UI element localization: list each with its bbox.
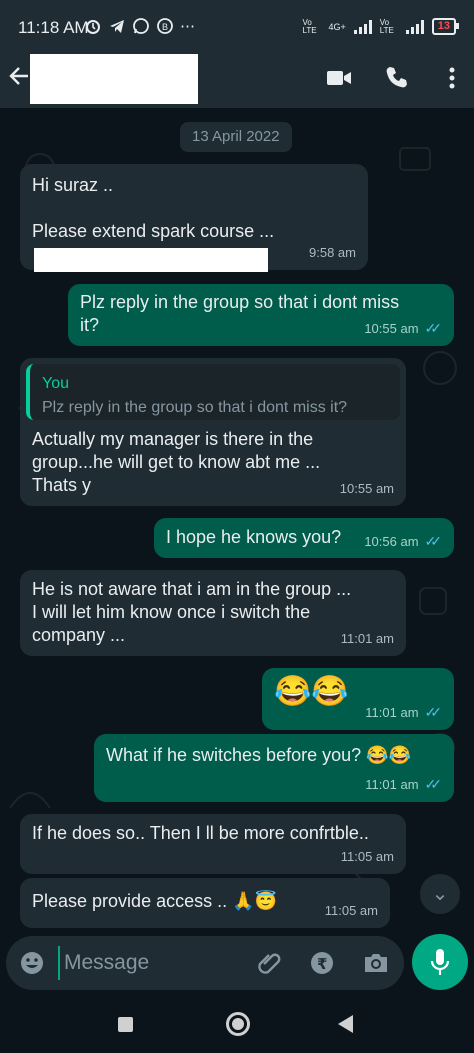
message-time: 11:05 am bbox=[324, 903, 378, 918]
volte-label: Vo LTE bbox=[302, 17, 317, 35]
system-indicators: Vo LTE 4G+ Vo LTE 13 bbox=[302, 17, 460, 35]
quoted-text: Plz reply in the group so that i dont mi… bbox=[42, 399, 348, 416]
incoming-message[interactable]: You Plz reply in the group so that i don… bbox=[20, 358, 406, 506]
message-time: 10:56 am bbox=[364, 534, 419, 549]
telegram-icon bbox=[110, 20, 124, 33]
svg-text:B: B bbox=[162, 22, 168, 32]
emoji-icon[interactable] bbox=[18, 949, 46, 977]
message-text: Please provide access .. 🙏😇 bbox=[32, 891, 277, 911]
more-notifications-icon: ⋯ bbox=[180, 18, 195, 35]
message-composer: ₹ bbox=[6, 936, 404, 990]
video-call-icon[interactable] bbox=[325, 64, 353, 92]
voice-message-button[interactable] bbox=[412, 934, 468, 990]
nav-back-icon[interactable] bbox=[338, 1015, 353, 1033]
message-time: 11:01 am bbox=[365, 705, 419, 720]
message-text: Actually my manager is there in the grou… bbox=[32, 429, 321, 495]
read-ticks-icon: ✓✓ bbox=[424, 776, 443, 792]
microphone-icon bbox=[430, 949, 450, 975]
scroll-down-icon[interactable]: ⌄ bbox=[420, 874, 460, 914]
outgoing-message[interactable]: What if he switches before you? 😂😂 11:01… bbox=[94, 734, 454, 802]
message-text: If he does so.. Then I ll be more confrt… bbox=[32, 823, 369, 843]
system-nav-bar bbox=[0, 998, 474, 1053]
quoted-sender: You bbox=[42, 375, 69, 392]
read-ticks-icon: ✓✓ bbox=[424, 704, 443, 720]
outgoing-message[interactable]: 😂😂 11:01 am ✓✓ bbox=[262, 668, 454, 730]
read-ticks-icon: ✓✓ bbox=[424, 533, 443, 549]
chat-header bbox=[0, 54, 474, 108]
message-time: 11:05 am bbox=[340, 849, 394, 864]
notification-icons: B ⋯ bbox=[84, 17, 195, 35]
message-time: 11:01 am bbox=[340, 631, 394, 646]
volte-label-2: Vo LTE bbox=[379, 17, 394, 35]
recents-icon[interactable] bbox=[118, 1017, 133, 1032]
read-ticks-icon: ✓✓ bbox=[424, 320, 443, 336]
svg-text:₹: ₹ bbox=[317, 955, 327, 973]
message-text: 😂😂 bbox=[274, 675, 349, 708]
contact-name-redacted[interactable] bbox=[30, 54, 198, 104]
message-input[interactable] bbox=[58, 946, 248, 980]
more-options-icon[interactable] bbox=[438, 64, 466, 92]
incoming-message[interactable]: Please provide access .. 🙏😇 11:05 am bbox=[20, 878, 390, 928]
date-chip: 13 April 2022 bbox=[180, 122, 292, 152]
message-time: 11:01 am bbox=[365, 777, 419, 792]
battery-level: 13 bbox=[437, 20, 450, 32]
message-time: 10:55 am bbox=[339, 481, 394, 496]
message-text: What if he switches before you? 😂😂 bbox=[106, 745, 411, 765]
signal-icon bbox=[353, 19, 372, 34]
camera-icon[interactable] bbox=[362, 949, 390, 977]
status-bar: 11:18 AM B ⋯ Vo LTE 4G+ Vo LTE 13 bbox=[0, 0, 474, 56]
message-time: 9:58 am bbox=[309, 245, 356, 260]
message-text: He is not aware that i am in the group .… bbox=[32, 579, 352, 645]
message-time: 10:55 am bbox=[364, 321, 419, 336]
whatsapp-business-icon: B bbox=[157, 18, 173, 34]
signal-icon-2 bbox=[405, 19, 424, 34]
incoming-message[interactable]: He is not aware that i am in the group .… bbox=[20, 570, 406, 656]
alarm-icon bbox=[86, 20, 100, 34]
network-type: 4G+ bbox=[328, 21, 346, 32]
status-time: 11:18 AM bbox=[18, 18, 89, 37]
incoming-message[interactable]: If he does so.. Then I ll be more confrt… bbox=[20, 814, 406, 874]
message-text: I hope he knows you? bbox=[166, 527, 342, 547]
payment-icon[interactable]: ₹ bbox=[308, 949, 336, 977]
home-icon[interactable] bbox=[226, 1012, 250, 1036]
redacted-text bbox=[34, 248, 268, 272]
chat-area[interactable]: 13 April 2022 Hi suraz .. Please extend … bbox=[0, 108, 474, 938]
message-text: Hi suraz .. Please extend spark course .… bbox=[32, 175, 275, 241]
outgoing-message[interactable]: Plz reply in the group so that i dont mi… bbox=[68, 284, 454, 346]
battery-icon: 13 bbox=[431, 18, 460, 35]
message-text: Plz reply in the group so that i dont mi… bbox=[80, 292, 400, 335]
incoming-message[interactable]: Hi suraz .. Please extend spark course .… bbox=[20, 164, 368, 272]
voice-call-icon[interactable] bbox=[383, 64, 411, 92]
quoted-message[interactable]: You Plz reply in the group so that i don… bbox=[26, 364, 400, 420]
whatsapp-icon bbox=[133, 18, 149, 34]
outgoing-message[interactable]: I hope he knows you? 10:56 am ✓✓ bbox=[154, 518, 454, 558]
attach-icon[interactable] bbox=[256, 949, 284, 977]
